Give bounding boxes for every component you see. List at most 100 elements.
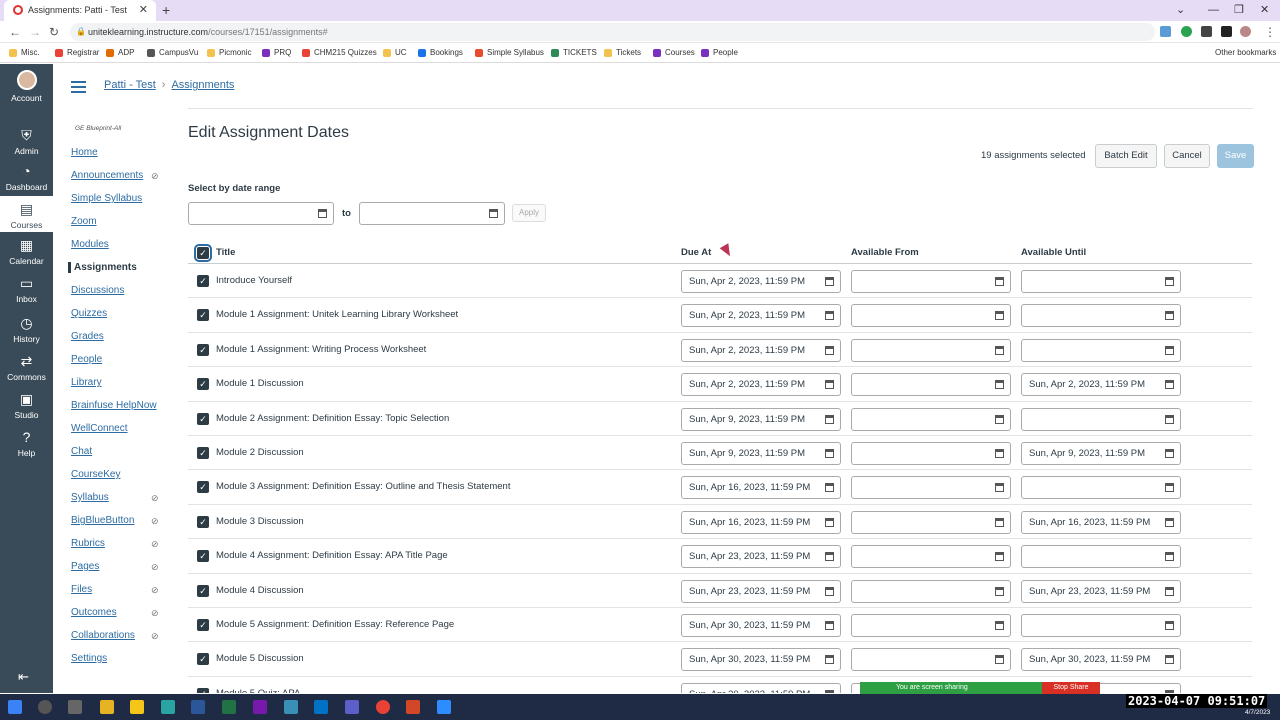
available-until-input[interactable]: Sun, Apr 16, 2023, 11:59 PM [1021, 510, 1181, 534]
search-icon[interactable] [38, 700, 52, 714]
excel-icon[interactable] [222, 700, 236, 714]
calendar-icon[interactable] [825, 483, 834, 493]
app-icon[interactable] [161, 700, 175, 714]
course-nav-discussions[interactable]: Discussions [71, 285, 124, 296]
row-checkbox[interactable]: ✓ [197, 447, 209, 459]
global-nav-history[interactable]: ◷ History [0, 310, 53, 346]
select-all-checkbox[interactable]: ✓ [194, 244, 212, 262]
minimize-icon[interactable]: — [1208, 0, 1219, 21]
calendar-icon[interactable] [1165, 449, 1174, 458]
hamburger-menu-icon[interactable] [71, 81, 86, 93]
batch-edit-button[interactable]: Batch Edit [1095, 144, 1157, 168]
available-until-input[interactable]: Sun, Apr 2, 2023, 11:59 PM [1021, 373, 1181, 397]
calendar-icon[interactable] [1165, 414, 1174, 424]
available-from-input[interactable] [851, 614, 1011, 637]
new-tab-icon[interactable]: + [162, 0, 170, 21]
reload-icon[interactable]: ↻ [49, 21, 59, 43]
calendar-icon[interactable] [825, 689, 834, 693]
calendar-icon[interactable] [825, 380, 834, 390]
calendar-icon[interactable] [995, 449, 1004, 458]
calendar-icon[interactable] [1165, 380, 1174, 390]
calendar-icon[interactable] [1165, 277, 1174, 286]
bookmark-item[interactable]: Simple Syllabus [475, 43, 544, 63]
calendar-icon[interactable] [995, 345, 1004, 355]
row-checkbox[interactable]: ✓ [197, 619, 209, 631]
course-nav-zoom[interactable]: Zoom [71, 216, 97, 227]
course-nav-bigbluebutton[interactable]: BigBlueButton [71, 515, 134, 526]
course-nav-grades[interactable]: Grades [71, 331, 104, 342]
available-from-input[interactable] [851, 270, 1011, 293]
available-until-input[interactable] [1021, 614, 1181, 637]
grammarly-icon[interactable] [1181, 26, 1192, 37]
side-panel-icon[interactable] [1221, 26, 1232, 37]
other-bookmarks[interactable]: Other bookmarks [1203, 43, 1276, 63]
calendar-icon[interactable] [995, 586, 1004, 596]
row-checkbox[interactable]: ✓ [197, 653, 209, 666]
available-from-input[interactable] [851, 476, 1011, 500]
due-at-input[interactable]: Sun, Apr 30, 2023, 11:59 PM [681, 682, 841, 693]
powerpoint-icon[interactable] [406, 700, 420, 714]
global-nav-account[interactable]: Account [0, 66, 53, 106]
collapse-nav-icon[interactable]: ⇤ [18, 669, 29, 685]
row-checkbox[interactable]: ✓ [197, 687, 209, 693]
restore-icon[interactable]: ❐ [1234, 0, 1244, 21]
available-from-input[interactable] [851, 545, 1011, 569]
row-checkbox[interactable]: ✓ [197, 309, 209, 322]
global-nav-studio[interactable]: ▣ Studio [0, 386, 53, 422]
calendar-icon[interactable] [1165, 483, 1174, 493]
task-view-icon[interactable] [68, 700, 82, 714]
course-nav-rubrics[interactable]: Rubrics [71, 538, 105, 549]
course-nav-collaborations[interactable]: Collaborations [71, 630, 135, 641]
bookmark-item[interactable]: People [701, 43, 738, 63]
teams-icon[interactable] [345, 700, 359, 714]
due-at-input[interactable]: Sun, Apr 23, 2023, 11:59 PM [681, 545, 841, 569]
calendar-icon[interactable] [825, 311, 834, 321]
available-from-input[interactable] [851, 579, 1011, 603]
calendar-icon[interactable] [825, 586, 834, 596]
calendar-icon[interactable] [1165, 345, 1174, 355]
zoom-icon[interactable] [437, 700, 451, 714]
due-at-input[interactable]: Sun, Apr 2, 2023, 11:59 PM [681, 338, 841, 362]
calendar-icon[interactable] [825, 449, 834, 458]
calendar-icon[interactable] [1165, 689, 1174, 693]
calendar-icon[interactable] [825, 655, 834, 665]
bookmark-item[interactable]: Misc. [9, 43, 40, 63]
global-nav-admin[interactable]: ⛨ Admin [0, 122, 53, 158]
extension-icon[interactable] [1160, 26, 1171, 37]
due-at-input[interactable]: Sun, Apr 23, 2023, 11:59 PM [681, 579, 841, 603]
available-until-input[interactable] [1021, 304, 1181, 328]
calendar-icon[interactable] [825, 277, 834, 286]
row-checkbox[interactable]: ✓ [197, 412, 209, 425]
calendar-icon[interactable] [825, 345, 834, 355]
calendar-icon[interactable] [489, 209, 498, 218]
close-tab-icon[interactable]: ✕ [139, 0, 148, 21]
course-nav-assignments[interactable]: Assignments [68, 262, 137, 273]
global-nav-commons[interactable]: ⇄ Commons [0, 348, 53, 384]
global-nav-inbox[interactable]: ▭ Inbox [0, 270, 53, 306]
tab-search-icon[interactable]: ⌄ [1176, 0, 1185, 21]
bookmark-item[interactable]: Bookings [418, 43, 463, 63]
course-nav-modules[interactable]: Modules [71, 239, 109, 250]
course-nav-simple-syllabus[interactable]: Simple Syllabus [71, 193, 142, 204]
close-window-icon[interactable]: ✕ [1260, 0, 1269, 21]
due-at-input[interactable]: Sun, Apr 2, 2023, 11:59 PM [681, 304, 841, 328]
row-checkbox[interactable]: ✓ [197, 550, 209, 563]
chrome-icon[interactable] [376, 700, 390, 714]
course-nav-wellconnect[interactable]: WellConnect [71, 423, 128, 434]
calendar-icon[interactable] [995, 655, 1004, 665]
bookmark-item[interactable]: UC [383, 43, 407, 63]
forward-icon[interactable]: → [29, 21, 41, 43]
bookmark-item[interactable]: PRQ [262, 43, 291, 63]
course-nav-library[interactable]: Library [71, 377, 102, 388]
due-at-input[interactable]: Sun, Apr 30, 2023, 11:59 PM [681, 614, 841, 637]
available-until-input[interactable]: Sun, Apr 9, 2023, 11:59 PM [1021, 442, 1181, 465]
available-from-input[interactable] [851, 373, 1011, 397]
bookmark-item[interactable]: ADP [106, 43, 134, 63]
course-nav-coursekey[interactable]: CourseKey [71, 469, 120, 480]
available-until-input[interactable]: Sun, Apr 23, 2023, 11:59 PM [1021, 579, 1181, 603]
bookmark-item[interactable]: TICKETS [551, 43, 597, 63]
save-button[interactable]: Save [1217, 144, 1254, 168]
calendar-icon[interactable] [995, 552, 1004, 562]
calendar-icon[interactable] [995, 621, 1004, 630]
global-nav-courses[interactable]: ▤ Courses [0, 196, 53, 232]
